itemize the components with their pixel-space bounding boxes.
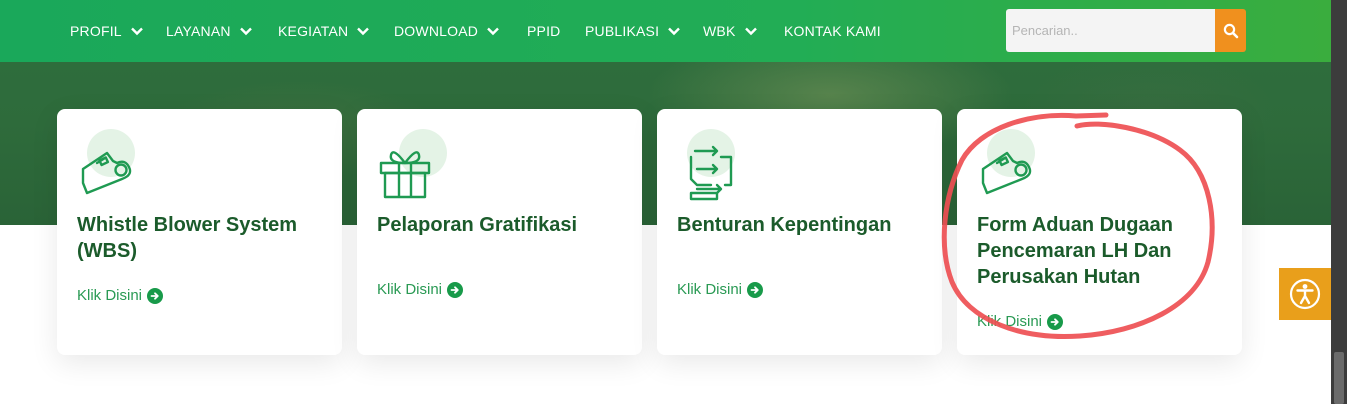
link-label: Klik Disini [977, 313, 1043, 330]
arrow-right-circle-icon [1047, 313, 1064, 330]
nav-label: WBK [703, 23, 736, 39]
klik-disini-link[interactable]: Klik Disini [677, 281, 764, 298]
top-navbar: PROFIL LAYANAN KEGIATAN DOWNLOAD PPID PU… [0, 0, 1331, 62]
link-label: Klik Disini [677, 281, 743, 298]
nav-item-kegiatan[interactable]: KEGIATAN [278, 22, 371, 40]
scrollbar-thumb[interactable] [1334, 352, 1344, 404]
nav-label: KONTAK KAMI [784, 23, 881, 39]
whistle-icon [981, 151, 1032, 195]
nav-item-ppid[interactable]: PPID [527, 22, 560, 40]
card-title: Whistle Blower System (WBS) [77, 214, 298, 262]
nav-label: PROFIL [70, 23, 122, 39]
link-label: Klik Disini [77, 287, 143, 304]
card-whistle-blower-system[interactable]: Whistle Blower System (WBS) Klik Disini [57, 109, 342, 355]
card-pelaporan-gratifikasi[interactable]: Pelaporan Gratifikasi Klik Disini [357, 109, 642, 355]
card-icon [677, 129, 749, 201]
chevron-down-icon [668, 27, 681, 36]
arrow-right-circle-icon [147, 287, 164, 304]
card-icon [377, 129, 449, 201]
nav-item-publikasi[interactable]: PUBLIKASI [585, 22, 682, 40]
nav-item-wbk[interactable]: WBK [703, 22, 759, 40]
klik-disini-link[interactable]: Klik Disini [377, 281, 464, 298]
chevron-down-icon [744, 27, 757, 36]
card-icon [977, 129, 1049, 201]
card-title: Benturan Kepentingan [677, 214, 892, 236]
gift-icon [379, 151, 431, 199]
chevron-down-icon [357, 27, 370, 36]
card-title: Form Aduan Dugaan Pencemaran LH Dan Peru… [977, 214, 1173, 288]
nav-label: PPID [527, 23, 561, 39]
klik-disini-link[interactable]: Klik Disini [77, 287, 164, 304]
arrow-right-circle-icon [447, 281, 464, 298]
nav-label: KEGIATAN [278, 23, 349, 39]
chevron-down-icon [487, 27, 499, 36]
search-icon [1223, 23, 1238, 38]
card-benturan-kepentingan[interactable]: Benturan Kepentingan Klik Disini [657, 109, 942, 355]
link-label: Klik Disini [377, 281, 443, 298]
card-icon [77, 129, 149, 201]
search-input[interactable] [1006, 9, 1215, 52]
chevron-down-icon [130, 27, 143, 36]
chevron-down-icon [239, 27, 252, 36]
nav-label: DOWNLOAD [394, 23, 479, 39]
nav-label: LAYANAN [166, 23, 231, 39]
whistle-icon [81, 151, 132, 195]
card-title: Pelaporan Gratifikasi [377, 214, 578, 236]
search-button[interactable] [1215, 9, 1246, 52]
klik-disini-link[interactable]: Klik Disini [977, 313, 1064, 330]
scrollbar[interactable] [1331, 0, 1347, 404]
accessibility-icon [1289, 278, 1321, 310]
arrow-right-circle-icon [747, 281, 764, 298]
nav-item-layanan[interactable]: LAYANAN [166, 22, 254, 40]
nav-item-kontak-kami[interactable]: KONTAK KAMI [784, 22, 881, 40]
nav-item-download[interactable]: DOWNLOAD [394, 22, 501, 40]
nav-label: PUBLIKASI [585, 23, 660, 39]
nav-item-profil[interactable]: PROFIL [70, 22, 145, 40]
card-form-aduan[interactable]: Form Aduan Dugaan Pencemaran LH Dan Peru… [957, 109, 1242, 355]
accessibility-button[interactable] [1279, 268, 1331, 320]
conflict-arrows-icon [689, 145, 733, 201]
